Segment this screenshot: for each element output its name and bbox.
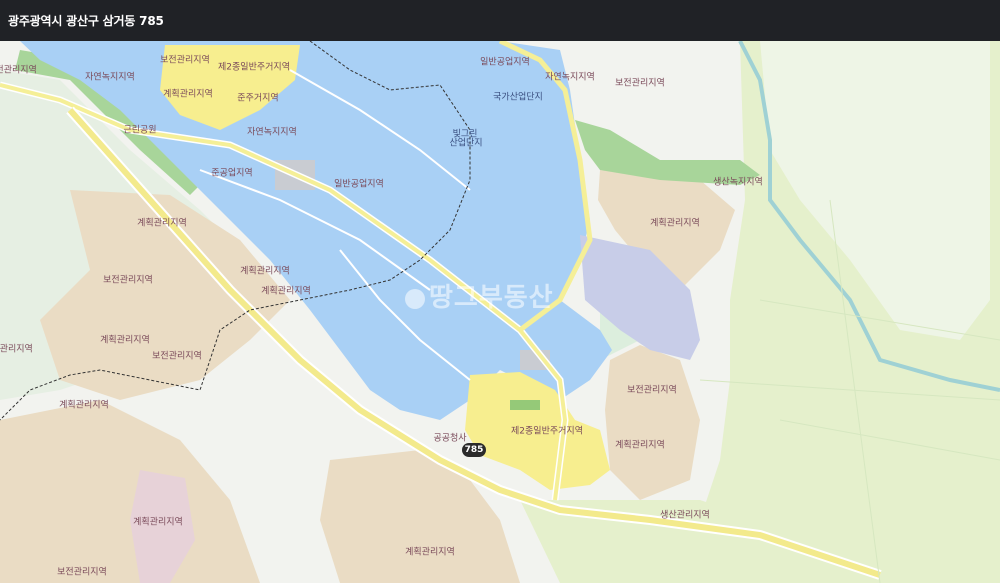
parcel-badge[interactable]: 785 bbox=[462, 443, 486, 457]
zone-label: 공공청사 bbox=[433, 433, 467, 444]
watermark: 땅그부동산 bbox=[405, 277, 554, 314]
top-bar: 광주광역시 광산구 삼거동 785 bbox=[0, 0, 1000, 41]
zone-label: 준공업지역 bbox=[211, 168, 253, 179]
zone-label: 일반공업지역 bbox=[334, 179, 384, 190]
zone-label: 계획관리지역 bbox=[615, 440, 665, 451]
zone-label: 계획관리지역 bbox=[59, 400, 109, 411]
zone-label: 제2종일반주거지역 bbox=[218, 62, 290, 73]
watermark-text: 땅그부동산 bbox=[429, 283, 554, 313]
zone-label: 보전관리지역 bbox=[627, 385, 677, 396]
zone-label: 계획관리지역 bbox=[650, 218, 700, 229]
zone-label: 국가산업단지 bbox=[493, 92, 543, 103]
watermark-logo-icon bbox=[405, 288, 425, 309]
zoning-map[interactable]: 땅그부동산 보전관리지역 자연녹지지역 보전관리지역 제2종일반주거지역 계획관… bbox=[0, 41, 1000, 583]
park-patch-south bbox=[510, 400, 540, 410]
zone-label: 제2종일반주거지역 bbox=[511, 426, 583, 437]
zone-label: 준주거지역 bbox=[237, 93, 279, 104]
zone-label: 생산녹지지역 bbox=[713, 177, 763, 188]
zone-label: 자연녹지지역 bbox=[85, 72, 135, 83]
zone-label: 산업단지 bbox=[449, 138, 483, 149]
zone-label: 자연녹지지역 bbox=[545, 72, 595, 83]
zone-label: 보전관리지역 bbox=[160, 55, 210, 66]
zone-label: 근린공원 bbox=[123, 125, 157, 136]
zone-label: 계획관리지역 bbox=[261, 286, 311, 297]
zone-label: 생산관리지역 bbox=[660, 510, 710, 521]
zone-label: 보전관리지역 bbox=[152, 351, 202, 362]
zone-label: 계획관리지역 bbox=[163, 89, 213, 100]
zone-label: 계획관리지역 bbox=[133, 517, 183, 528]
address-title: 광주광역시 광산구 삼거동 785 bbox=[8, 14, 164, 28]
zone-label: 계획관리지역 bbox=[100, 335, 150, 346]
zone-label: 계획관리지역 bbox=[240, 266, 290, 277]
zone-label: 보전관리지역 bbox=[0, 65, 37, 76]
zone-label: 계획관리지역 bbox=[405, 547, 455, 558]
zone-label: 자연녹지지역 bbox=[247, 127, 297, 138]
zone-label: 보전관리지역 bbox=[615, 78, 665, 89]
zone-label: 보전관리지역 bbox=[57, 567, 107, 578]
zone-label: 계획관리지역 bbox=[137, 218, 187, 229]
zone-label: 보전관리지역 bbox=[103, 275, 153, 286]
zone-label: 일반공업지역 bbox=[480, 57, 530, 68]
zone-label: 보전관리지역 bbox=[0, 344, 33, 355]
